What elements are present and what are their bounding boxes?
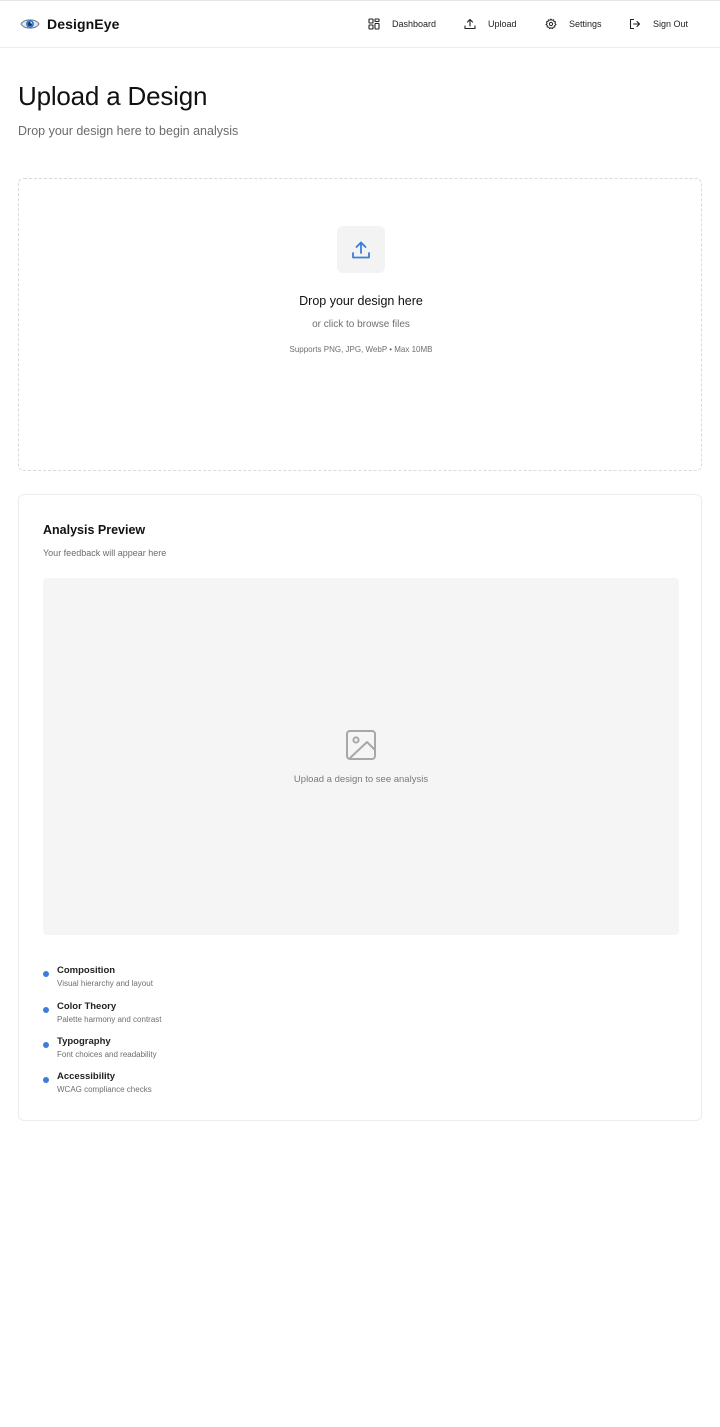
- dropzone-support-text: Supports PNG, JPG, WebP • Max 10MB: [289, 345, 433, 354]
- upload-icon: [352, 241, 370, 258]
- analysis-subtitle: Your feedback will appear here: [43, 548, 167, 558]
- sign-out-icon: [629, 18, 641, 30]
- gear-icon: [545, 18, 557, 30]
- feature-title: Color Theory: [57, 1001, 117, 1012]
- bullet-dot: [43, 1007, 49, 1013]
- feature-description: WCAG compliance checks: [57, 1085, 152, 1094]
- dropzone-title: Drop your design here: [299, 294, 423, 308]
- feature-description: Font choices and readability: [57, 1050, 157, 1059]
- nav-settings[interactable]: Settings: [545, 15, 602, 33]
- page-title: Upload a Design: [18, 81, 208, 111]
- nav-upload[interactable]: Upload: [464, 15, 517, 33]
- page-subtitle: Drop your design here to begin analysis: [18, 124, 239, 138]
- upload-icon: [464, 18, 476, 30]
- top-navigation-bar: DesignEye Dashboard Upload Settings Sign…: [0, 0, 720, 48]
- bullet-dot: [43, 1077, 49, 1083]
- bullet-dot: [43, 1042, 49, 1048]
- analysis-preview-card: Analysis Preview Your feedback will appe…: [18, 494, 702, 1121]
- nav-settings-label: Settings: [569, 19, 602, 29]
- list-item: Accessibility WCAG compliance checks: [43, 1071, 643, 1101]
- dashboard-grid-icon: [368, 18, 380, 30]
- nav-sign-out-label: Sign Out: [653, 19, 689, 29]
- feature-title: Accessibility: [57, 1071, 116, 1082]
- nav-upload-label: Upload: [488, 19, 517, 29]
- bullet-dot: [43, 971, 49, 977]
- brand[interactable]: DesignEye: [20, 14, 120, 34]
- feature-description: Visual hierarchy and layout: [57, 979, 153, 988]
- feature-title: Composition: [57, 965, 116, 976]
- list-item: Composition Visual hierarchy and layout: [43, 965, 643, 995]
- upload-dropzone[interactable]: Drop your design here or click to browse…: [18, 178, 702, 471]
- analysis-preview-area: Upload a design to see analysis: [43, 578, 679, 935]
- dropzone-subtitle: or click to browse files: [312, 319, 410, 330]
- nav-dashboard[interactable]: Dashboard: [368, 15, 436, 33]
- nav-sign-out[interactable]: Sign Out: [629, 15, 688, 33]
- analysis-placeholder-text: Upload a design to see analysis: [293, 774, 429, 785]
- image-icon: [346, 730, 376, 760]
- list-item: Typography Font choices and readability: [43, 1036, 643, 1066]
- feature-title: Typography: [57, 1036, 111, 1047]
- upload-badge: [337, 226, 385, 273]
- analysis-title: Analysis Preview: [43, 523, 146, 537]
- brand-name: DesignEye: [47, 16, 120, 32]
- feature-description: Palette harmony and contrast: [57, 1015, 162, 1024]
- eye-icon: [20, 19, 40, 29]
- list-item: Color Theory Palette harmony and contras…: [43, 1001, 643, 1031]
- nav-dashboard-label: Dashboard: [392, 19, 437, 29]
